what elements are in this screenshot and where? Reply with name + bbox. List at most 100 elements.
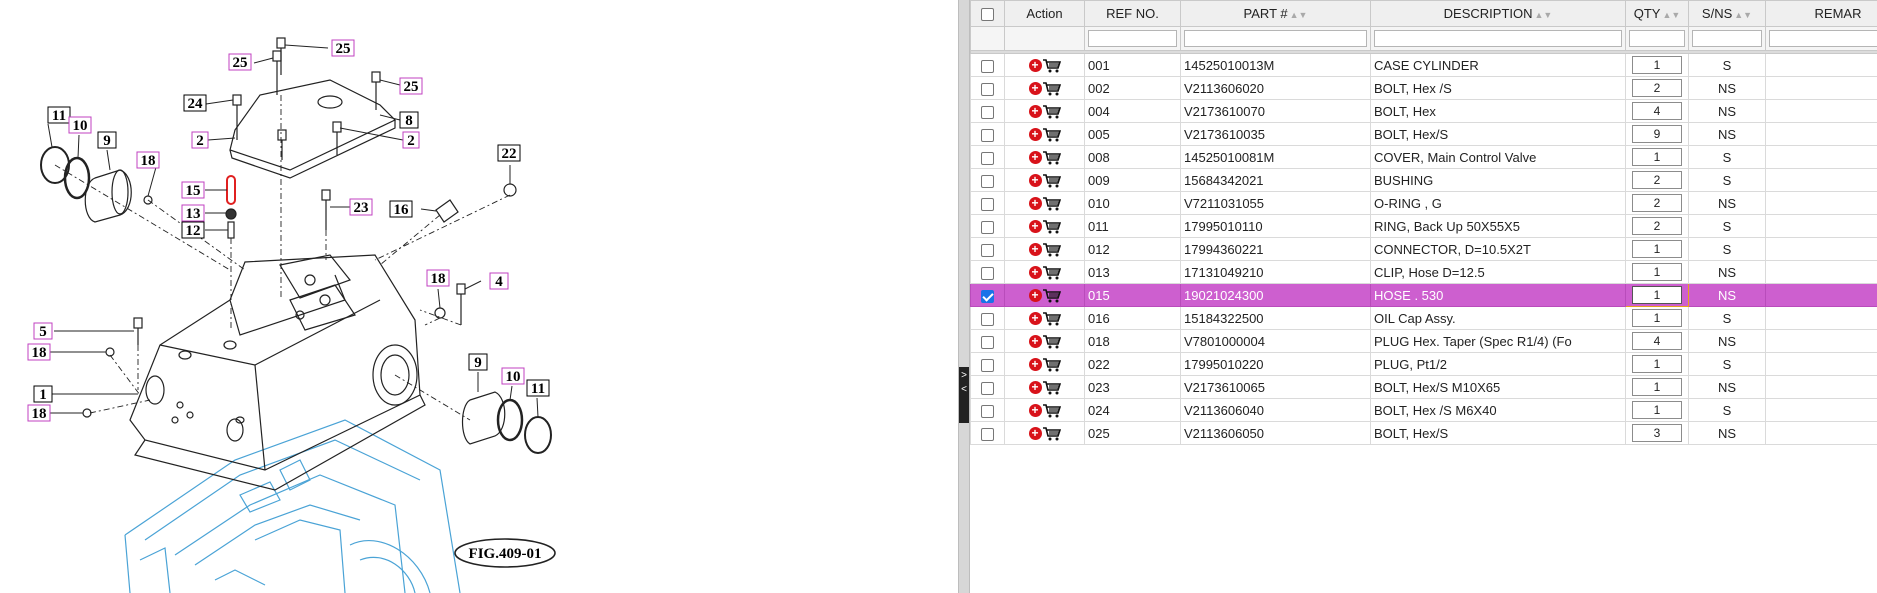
cart-icon[interactable]: [1042, 403, 1061, 418]
splitter-toggle-handle[interactable]: > <: [959, 367, 969, 423]
cart-icon[interactable]: [1042, 58, 1061, 73]
callout-15[interactable]: 15: [181, 181, 205, 199]
add-circle-icon[interactable]: +: [1028, 427, 1042, 441]
cart-icon[interactable]: [1042, 265, 1061, 280]
pane-splitter[interactable]: > <: [958, 0, 970, 593]
add-circle-icon[interactable]: +: [1028, 381, 1042, 395]
qty-input[interactable]: 1: [1632, 263, 1682, 281]
sort-icon[interactable]: ▲▼: [1662, 10, 1680, 20]
row-checkbox[interactable]: [981, 312, 994, 326]
callout-10b[interactable]: 10: [501, 367, 525, 385]
row-checkbox[interactable]: [981, 427, 994, 441]
add-circle-icon[interactable]: +: [1028, 335, 1042, 349]
qty-input[interactable]: 1: [1632, 148, 1682, 166]
qty-input[interactable]: 9: [1632, 125, 1682, 143]
cart-icon[interactable]: [1042, 242, 1061, 257]
sort-icon[interactable]: ▲▼: [1734, 10, 1752, 20]
callout-18b[interactable]: 18: [426, 269, 450, 287]
qty-input[interactable]: 1: [1632, 309, 1682, 327]
cart-icon[interactable]: [1042, 196, 1061, 211]
table-row[interactable]: + 008 14525010081M COVER, Main Control V…: [970, 145, 1877, 169]
add-circle-icon[interactable]: +: [1028, 289, 1042, 303]
filter-part-input[interactable]: [1184, 30, 1367, 48]
qty-input[interactable]: 2: [1632, 171, 1682, 189]
qty-input[interactable]: 1: [1632, 355, 1682, 373]
row-checkbox[interactable]: [981, 105, 994, 119]
table-row[interactable]: + 022 17995010220 PLUG, Pt1/2 1 S: [970, 352, 1877, 376]
callout-9a[interactable]: 9: [97, 131, 117, 149]
table-row[interactable]: + 012 17994360221 CONNECTOR, D=10.5X2T 1…: [970, 237, 1877, 261]
callout-5[interactable]: 5: [33, 322, 53, 340]
select-all-checkbox[interactable]: [981, 8, 994, 22]
callout-25b[interactable]: 25: [331, 39, 355, 57]
table-row[interactable]: + 010 V7211031055 O-RING , G 2 NS: [970, 191, 1877, 215]
table-row[interactable]: + 015 19021024300 HOSE . 530 1 NS: [970, 283, 1877, 307]
row-checkbox[interactable]: [981, 151, 994, 165]
add-circle-icon[interactable]: +: [1028, 358, 1042, 372]
callout-9b[interactable]: 9: [468, 353, 488, 371]
table-row[interactable]: + 009 15684342021 BUSHING 2 S: [970, 168, 1877, 192]
table-row[interactable]: + 013 17131049210 CLIP, Hose D=12.5 1 NS: [970, 260, 1877, 284]
table-row[interactable]: + 001 14525010013M CASE CYLINDER 1 S: [970, 53, 1877, 77]
add-circle-icon[interactable]: +: [1028, 59, 1042, 73]
table-row[interactable]: + 025 V2113606050 BOLT, Hex/S 3 NS: [970, 421, 1877, 445]
qty-input[interactable]: 3: [1632, 424, 1682, 442]
table-row[interactable]: + 002 V2113606020 BOLT, Hex /S 2 NS: [970, 76, 1877, 100]
cart-icon[interactable]: [1042, 334, 1061, 349]
add-circle-icon[interactable]: +: [1028, 312, 1042, 326]
qty-input[interactable]: 2: [1632, 217, 1682, 235]
table-row[interactable]: + 016 15184322500 OIL Cap Assy. 1 S: [970, 306, 1877, 330]
add-circle-icon[interactable]: +: [1028, 266, 1042, 280]
cart-icon[interactable]: [1042, 173, 1061, 188]
cart-icon[interactable]: [1042, 127, 1061, 142]
callout-11a[interactable]: 11: [47, 106, 71, 124]
callout-12[interactable]: 12: [181, 221, 205, 239]
add-circle-icon[interactable]: +: [1028, 82, 1042, 96]
table-row[interactable]: + 004 V2173610070 BOLT, Hex 4 NS: [970, 99, 1877, 123]
row-checkbox[interactable]: [981, 197, 994, 211]
add-circle-icon[interactable]: +: [1028, 404, 1042, 418]
table-row[interactable]: + 011 17995010110 RING, Back Up 50X55X5 …: [970, 214, 1877, 238]
qty-input[interactable]: 1: [1632, 378, 1682, 396]
callout-18d[interactable]: 18: [27, 404, 51, 422]
qty-input[interactable]: 4: [1632, 332, 1682, 350]
row-checkbox[interactable]: [981, 358, 994, 372]
callout-18c[interactable]: 18: [27, 343, 51, 361]
qty-input[interactable]: 1: [1632, 286, 1682, 304]
cart-icon[interactable]: [1042, 357, 1061, 372]
add-circle-icon[interactable]: +: [1028, 243, 1042, 257]
qty-input[interactable]: 1: [1632, 240, 1682, 258]
sort-icon[interactable]: ▲▼: [1535, 10, 1553, 20]
callout-2b[interactable]: 2: [402, 131, 420, 149]
callout-18a[interactable]: 18: [136, 151, 160, 169]
row-checkbox[interactable]: [981, 289, 994, 303]
qty-input[interactable]: 2: [1632, 79, 1682, 97]
header-part-number[interactable]: PART # ▲▼: [1180, 0, 1371, 27]
add-circle-icon[interactable]: +: [1028, 128, 1042, 142]
callout-25c[interactable]: 25: [399, 77, 423, 95]
qty-input[interactable]: 2: [1632, 194, 1682, 212]
add-circle-icon[interactable]: +: [1028, 151, 1042, 165]
qty-input[interactable]: 1: [1632, 401, 1682, 419]
filter-ref-input[interactable]: [1088, 30, 1177, 48]
callout-4[interactable]: 4: [489, 272, 509, 290]
callout-24[interactable]: 24: [183, 94, 207, 112]
add-circle-icon[interactable]: +: [1028, 197, 1042, 211]
add-circle-icon[interactable]: +: [1028, 220, 1042, 234]
sort-icon[interactable]: ▲▼: [1290, 10, 1308, 20]
filter-description-input[interactable]: [1374, 30, 1622, 48]
cart-icon[interactable]: [1042, 311, 1061, 326]
table-row[interactable]: + 023 V2173610065 BOLT, Hex/S M10X65 1 N…: [970, 375, 1877, 399]
callout-13[interactable]: 13: [181, 204, 205, 222]
row-checkbox[interactable]: [981, 381, 994, 395]
row-checkbox[interactable]: [981, 174, 994, 188]
header-sns[interactable]: S/NS ▲▼: [1688, 0, 1766, 27]
callout-16[interactable]: 16: [389, 200, 413, 218]
callout-23[interactable]: 23: [349, 198, 373, 216]
cart-icon[interactable]: [1042, 426, 1061, 441]
row-checkbox[interactable]: [981, 82, 994, 96]
table-row[interactable]: + 024 V2113606040 BOLT, Hex /S M6X40 1 S: [970, 398, 1877, 422]
row-checkbox[interactable]: [981, 404, 994, 418]
qty-input[interactable]: 1: [1632, 56, 1682, 74]
row-checkbox[interactable]: [981, 243, 994, 257]
